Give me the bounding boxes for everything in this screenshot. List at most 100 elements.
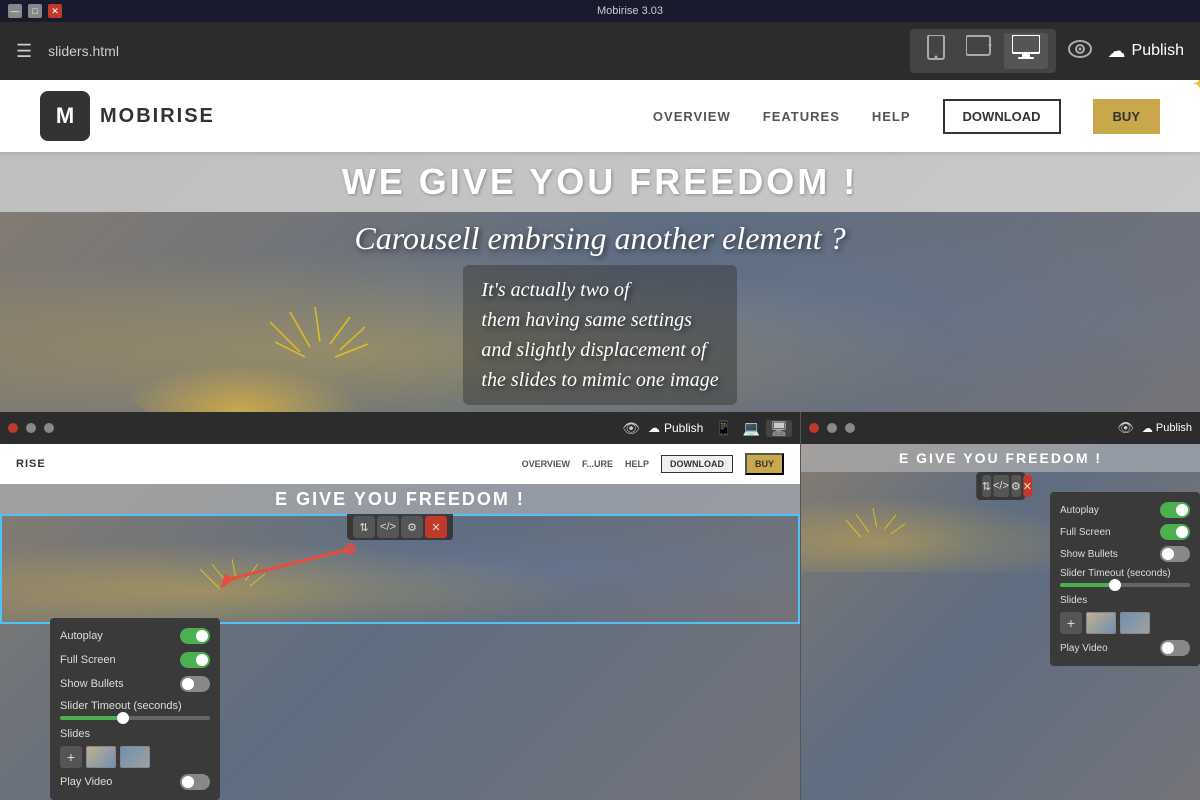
title-bar: — □ ✕ Mobirise 3.03 [0,0,1200,22]
nav-link-help[interactable]: HELP [872,109,911,124]
nav-link-overview[interactable]: OVERVIEW [653,109,731,124]
slides-label: Slides [60,728,210,740]
settings-timeout-row: Slider Timeout (seconds) [60,700,210,720]
inner-publish-button[interactable]: ☁ Publish [648,421,703,435]
inner-min-btn[interactable] [26,423,36,433]
inner-nav-links: OVERVIEW F...URE HELP DOWNLOAD BUY [522,453,784,475]
right-toolbar: 👁 ☁ Publish [801,412,1200,444]
filename-label: sliders.html [48,43,897,59]
main-toolbar: ☰ sliders.html ☁ Publish [0,22,1200,80]
publish-button[interactable]: ☁ Publish [1108,41,1184,62]
right-slider-control[interactable] [1060,583,1190,587]
settings-fullscreen-row: Full Screen [60,652,210,668]
right-block-settings-btn[interactable]: ⚙ [1011,475,1021,497]
right-play-video-row: Play Video [1060,640,1190,656]
inner-tablet-btn[interactable]: 💻 [739,420,764,437]
logo-m-letter: M [56,103,74,129]
nav-buy-button[interactable]: BUY [1093,99,1160,134]
inner-preview-btn[interactable]: 👁 [622,420,640,437]
inner-desktop-btn[interactable]: 🖥 [766,420,792,437]
nav-link-features[interactable]: FEATURES [763,109,840,124]
publish-cloud-icon: ☁ [1108,41,1126,62]
menu-icon[interactable]: ☰ [16,41,32,62]
inner-mobile-btn[interactable]: 📱 [711,420,736,437]
right-play-video-toggle[interactable] [1160,640,1190,656]
nav-download-button[interactable]: DOWNLOAD [943,99,1061,134]
right-block-move-btn[interactable]: ⇅ [982,475,991,497]
tablet-device-button[interactable] [958,33,1000,69]
slider-overlay-body: It's actually two of them having same se… [463,265,736,405]
right-block-code-btn[interactable]: </> [993,475,1009,497]
right-add-slide-btn[interactable]: + [1060,612,1082,634]
inner-toolbar-right: 👁 ☁ Publish 📱 💻 🖥 [622,420,792,437]
mobirise-logo: M ✦ MOBIRISE [40,91,215,141]
right-settings-panel: Autoplay Full Screen Show Bullets Slider… [1050,492,1200,666]
right-slide-thumb-2[interactable] [1120,612,1150,634]
settings-bullets-row: Show Bullets [60,676,210,692]
desktop-device-button[interactable] [1004,33,1048,69]
left-settings-panel: Autoplay Full Screen Show Bullets Slider… [50,618,220,800]
inner-close-btn[interactable] [8,423,18,433]
autoplay-toggle[interactable] [180,628,210,644]
right-slider-thumb[interactable] [1109,579,1121,591]
brand-name: MOBIRISE [100,105,215,128]
maximize-button[interactable]: □ [28,4,42,18]
publish-label: Publish [1132,42,1184,60]
inner-nav-help[interactable]: HELP [625,459,649,469]
block-code-btn[interactable]: </> [377,516,399,538]
right-publish-button[interactable]: ☁ Publish [1142,422,1192,435]
mobile-device-button[interactable] [918,33,954,69]
right-fullscreen-row: Full Screen [1060,524,1190,540]
inner-editor-right: 👁 ☁ Publish E GIVE YOU FREEDOM ! [800,412,1200,800]
inner-max-btn[interactable] [44,423,54,433]
inner-nav-download[interactable]: DOWNLOAD [661,455,733,473]
right-hero: E GIVE YOU FREEDOM ! [801,444,1200,472]
right-block-toolbar: ⇅ </> ⚙ ✕ [976,472,1026,500]
slider-thumb[interactable] [117,712,129,724]
right-max-btn[interactable] [845,423,855,433]
right-timeout-label: Slider Timeout (seconds) [1060,568,1190,579]
right-slide-thumb-1[interactable] [1086,612,1116,634]
toolbar-right: ☁ Publish [1068,38,1184,64]
right-publish-cloud: ☁ [1142,422,1153,435]
right-close-btn[interactable] [809,423,819,433]
close-button[interactable]: ✕ [48,4,62,18]
block-settings-btn[interactable]: ⚙ [401,516,423,538]
play-video-toggle[interactable] [180,774,210,790]
right-bullets-toggle[interactable] [1160,546,1190,562]
settings-fullscreen-label: Full Screen [60,654,174,666]
right-preview-btn[interactable]: 👁 [1117,420,1134,436]
minimize-button[interactable]: — [8,4,22,18]
right-bullets-row: Show Bullets [1060,546,1190,562]
block-delete-btn[interactable]: ✕ [425,516,447,538]
preview-button[interactable] [1068,38,1092,64]
inner-mobirise-nav: RISE OVERVIEW F...URE HELP DOWNLOAD BUY [0,444,800,484]
nav-links: OVERVIEW FEATURES HELP DOWNLOAD BUY [653,99,1160,134]
right-play-video-label: Play Video [1060,643,1160,654]
add-slide-btn[interactable]: + [60,746,82,768]
right-slides-label: Slides [1060,595,1190,606]
slider-control[interactable] [60,716,210,720]
right-autoplay-toggle[interactable] [1160,502,1190,518]
right-min-btn[interactable] [827,423,837,433]
inner-nav-features[interactable]: F...URE [582,459,613,469]
logo-star: ✦ [1193,80,1200,95]
slide-thumb-1[interactable] [86,746,116,768]
right-fullscreen-toggle[interactable] [1160,524,1190,540]
settings-autoplay-label: Autoplay [60,630,174,642]
slide-thumb-2[interactable] [120,746,150,768]
right-slides-row: + [1060,612,1190,634]
main-slider-section: Carousell embrsing another element ? It'… [0,212,1200,412]
inner-publish-cloud: ☁ [648,421,660,435]
inner-nav-buy[interactable]: BUY [745,453,784,475]
block-move-btn[interactable]: ⇅ [353,516,375,538]
slides-row: + [60,746,210,768]
slider-overlay-title: Carousell embrsing another element ? [354,220,845,257]
fullscreen-toggle[interactable] [180,652,210,668]
right-publish-label: Publish [1156,422,1192,434]
inner-nav-overview[interactable]: OVERVIEW [522,459,570,469]
bullets-toggle[interactable] [180,676,210,692]
inner-hero: E GIVE YOU FREEDOM ! [0,484,800,514]
right-autoplay-row: Autoplay [1060,502,1190,518]
right-block-delete-btn[interactable]: ✕ [1023,475,1032,497]
